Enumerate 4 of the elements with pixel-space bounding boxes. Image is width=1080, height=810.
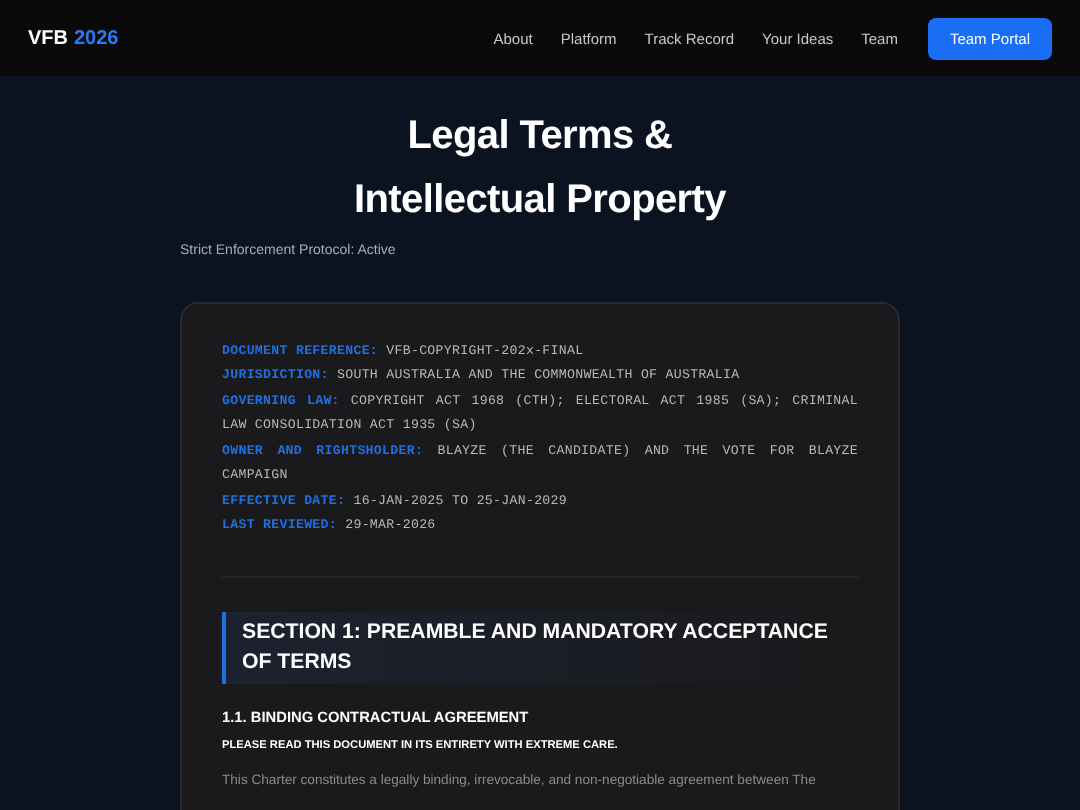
logo-year[interactable]: 2026 [74,27,119,49]
page-title: Intellectual Property [354,176,726,226]
logo-text[interactable]: VFB [28,27,68,49]
page-title: Legal Terms & [407,112,673,162]
